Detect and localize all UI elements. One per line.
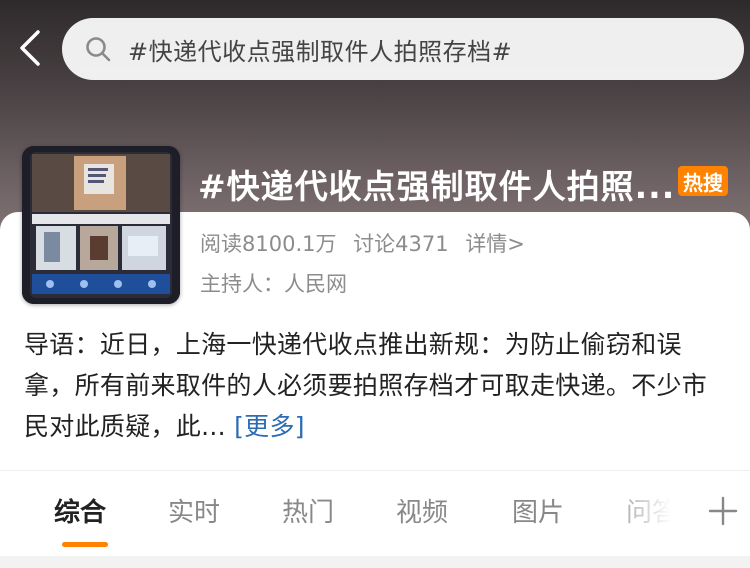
plus-icon[interactable]: [706, 494, 740, 528]
intro-text: 导语：近日，上海一快递代收点推出新规：为防止偷窃和误拿，所有前来取件的人必须要拍…: [24, 330, 708, 441]
divider: [0, 470, 750, 471]
tab-realtime[interactable]: 实时: [168, 492, 220, 529]
topic-title: #快递代收点强制取件人拍照...: [198, 167, 676, 206]
search-bar[interactable]: #快递代收点强制取件人拍照存档#: [62, 18, 744, 80]
read-count: 阅读8100.1万: [200, 232, 337, 256]
details-link[interactable]: 详情>: [465, 232, 525, 256]
hot-search-badge: 热搜: [678, 166, 728, 196]
tab-comprehensive[interactable]: 综合: [54, 492, 106, 529]
active-tab-indicator: [62, 542, 108, 547]
search-icon: [86, 37, 111, 62]
tabs-fade-overlay: [600, 488, 710, 544]
topic-stats: 阅读8100.1万 讨论4371 详情>: [200, 228, 535, 258]
discussion-count: 讨论4371: [353, 232, 449, 256]
more-link[interactable]: [更多]: [234, 412, 305, 441]
tab-video[interactable]: 视频: [396, 492, 448, 529]
thumbnail-image: [22, 146, 180, 304]
tab-hot[interactable]: 热门: [282, 492, 334, 529]
topic-thumbnail[interactable]: [22, 146, 180, 304]
topic-host: 主持人：人民网: [200, 272, 347, 296]
tab-images[interactable]: 图片: [512, 492, 564, 529]
bottom-strip: [0, 556, 750, 568]
back-arrow-icon[interactable]: [14, 28, 48, 68]
topic-intro: 导语：近日，上海一快递代收点推出新规：为防止偷窃和误拿，所有前来取件的人必须要拍…: [24, 324, 730, 447]
search-query[interactable]: #快递代收点强制取件人拍照存档#: [128, 32, 512, 67]
